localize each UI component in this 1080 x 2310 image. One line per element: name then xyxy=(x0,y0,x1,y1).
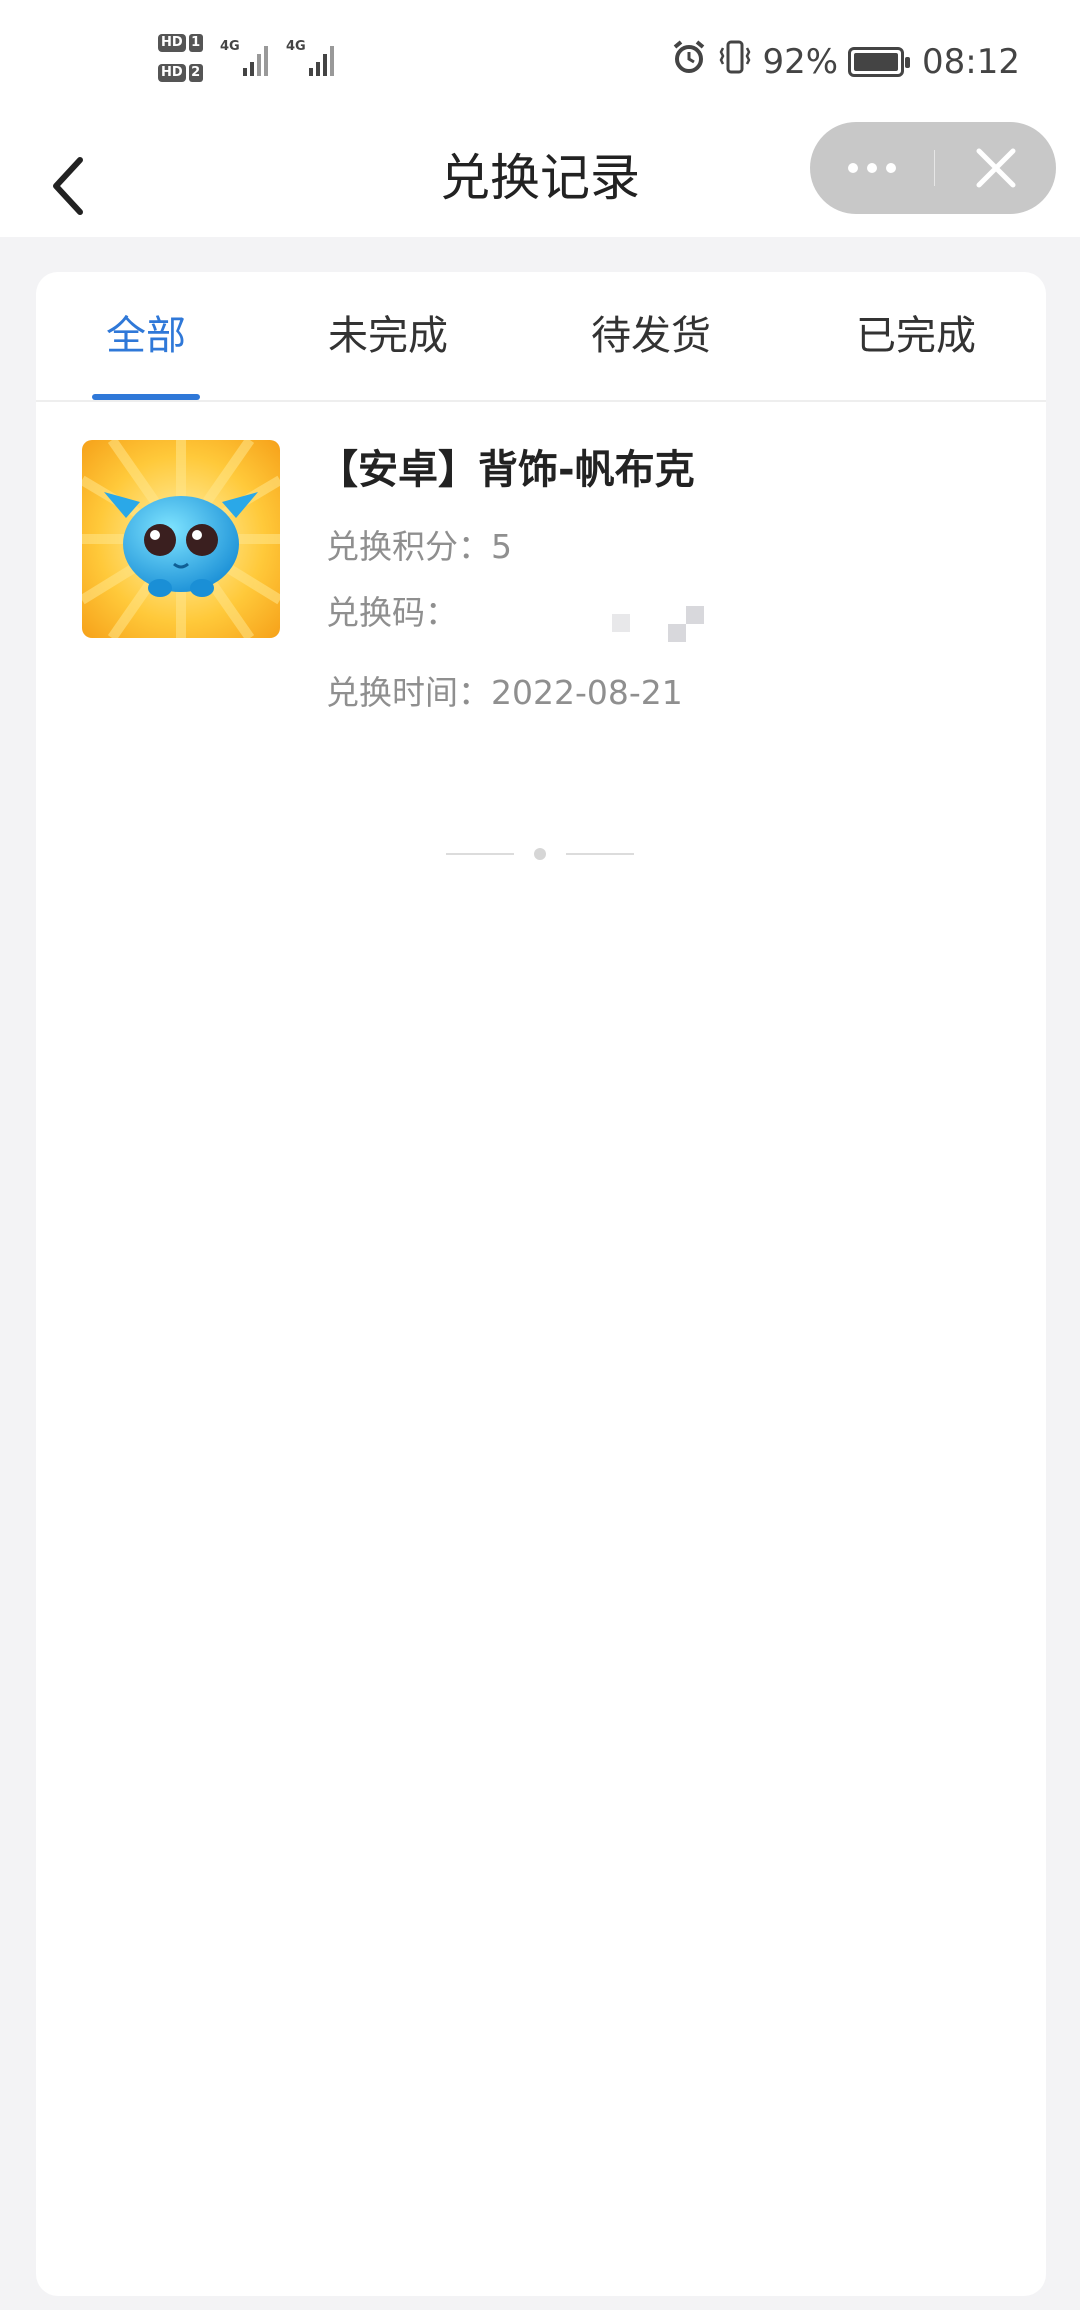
tab-all[interactable]: 全部 xyxy=(106,306,186,366)
tab-completed[interactable]: 已完成 xyxy=(856,306,976,366)
status-right: 92% 08:12 xyxy=(670,38,1020,85)
miniapp-capsule xyxy=(810,122,1056,214)
nav-bar: 兑换记录 xyxy=(0,120,1080,237)
time-row: 兑换时间：2022-08-21 xyxy=(326,668,683,718)
product-thumbnail xyxy=(82,440,280,638)
redacted-code xyxy=(612,602,712,652)
signal-bars-icon xyxy=(308,40,334,76)
time-value: 2022-08-21 xyxy=(491,673,683,712)
sim-number-2: 2 xyxy=(188,64,203,82)
battery-percent: 92% xyxy=(762,41,839,82)
network-type-1: 4G xyxy=(220,39,240,54)
signal-bars-icon xyxy=(242,40,268,76)
points-label: 兑换积分： xyxy=(326,527,491,566)
clock: 08:12 xyxy=(922,41,1020,82)
hd-badge-2: HD xyxy=(158,64,186,82)
more-dot xyxy=(867,163,877,173)
network-type-2: 4G xyxy=(286,39,306,54)
tab-active-indicator xyxy=(92,394,200,400)
points-value: 5 xyxy=(491,527,512,566)
close-button[interactable] xyxy=(935,122,1056,214)
tab-pending-shipment[interactable]: 待发货 xyxy=(591,306,711,366)
signal-2: 4G xyxy=(286,40,334,76)
alarm-icon xyxy=(670,38,708,85)
tab-bar: 全部 未完成 待发货 已完成 xyxy=(36,272,1046,402)
hd-badge-1: HD xyxy=(158,34,186,52)
status-bar: HD 1 HD 2 4G 4G 92% 08:12 xyxy=(0,0,1080,120)
record-title: 【安卓】背饰-帆布克 xyxy=(318,447,695,493)
tab-incomplete[interactable]: 未完成 xyxy=(328,306,448,366)
code-label: 兑换码： xyxy=(326,593,458,632)
sim-number-1: 1 xyxy=(188,34,203,52)
more-dot xyxy=(886,163,896,173)
code-row: 兑换码： xyxy=(326,588,458,638)
more-button[interactable] xyxy=(810,122,934,214)
time-label: 兑换时间： xyxy=(326,673,491,712)
records-card: 全部 未完成 待发货 已完成 【安卓】背饰-帆布克 兑换积分：5 兑换码： 兑换… xyxy=(36,272,1046,2296)
sim-indicator: HD 1 HD 2 xyxy=(158,30,203,90)
list-item[interactable]: 【安卓】背饰-帆布克 兑换积分：5 兑换码： 兑换时间：2022-08-21 xyxy=(36,402,1046,712)
points-row: 兑换积分：5 xyxy=(326,522,512,572)
signal-1: 4G xyxy=(220,40,268,76)
list-end-indicator xyxy=(446,844,636,864)
close-icon xyxy=(976,148,1015,188)
battery-icon xyxy=(848,46,911,77)
more-dots-icon xyxy=(848,163,858,173)
vibrate-icon xyxy=(718,38,752,85)
